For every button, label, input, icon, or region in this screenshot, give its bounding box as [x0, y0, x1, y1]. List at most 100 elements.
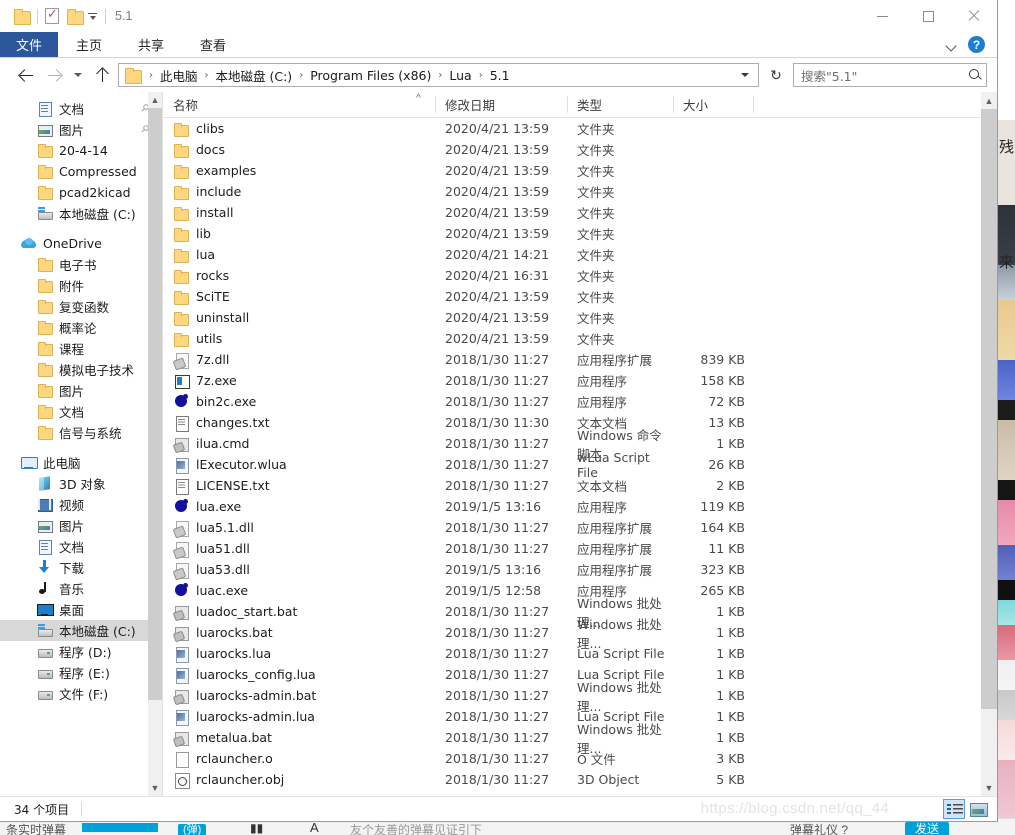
navigation-scrollbar-thumb-ext[interactable] [148, 160, 162, 700]
scroll-up-icon[interactable]: ▲ [148, 92, 162, 108]
table-row[interactable]: metalua.bat 2018/1/30 11:27 Windows 批处理...… [163, 722, 997, 756]
scroll-down-icon[interactable]: ▼ [981, 779, 997, 796]
table-row[interactable]: luarocks.bat 2018/1/30 11:27 Windows 批处理..… [163, 617, 997, 651]
chevron-down-icon[interactable] [945, 38, 958, 51]
sidebar-item-9[interactable]: 复变函数 [0, 296, 162, 317]
table-row[interactable]: lua51.dll 2018/1/30 11:27 应用程序扩展 11 KB [163, 538, 997, 559]
refresh-button[interactable]: ↻ [763, 63, 789, 87]
sidebar-item-12[interactable]: 模拟电子技术 [0, 359, 162, 380]
sidebar-item-3[interactable]: Compressed [0, 161, 162, 182]
table-row[interactable]: rclauncher.obj 2018/1/30 11:27 3D Object 5 … [163, 769, 997, 790]
breadcrumb-separator[interactable]: › [295, 70, 307, 81]
sidebar-item-8[interactable]: 附件 [0, 275, 162, 296]
sidebar-item-6[interactable]: OneDrive [0, 233, 162, 254]
breadcrumb-item-local-disk-c[interactable]: 本地磁盘 (C:) [213, 66, 296, 85]
table-row[interactable]: clibs 2020/4/21 13:59 文件夹 [163, 118, 997, 139]
breadcrumb-separator[interactable]: › [201, 70, 213, 81]
player-danmaku-input[interactable]: 友个友善的弹幕见证引下 [350, 821, 482, 835]
table-row[interactable]: examples 2020/4/21 13:59 文件夹 [163, 160, 997, 181]
folder-icon[interactable] [14, 9, 31, 25]
column-header-type[interactable]: 类型 [567, 92, 673, 117]
table-row[interactable]: LICENSE.txt 2018/1/30 11:27 文本文档 2 KB [163, 475, 997, 496]
sidebar-item-22[interactable]: 音乐 [0, 578, 162, 599]
breadcrumb-item-51[interactable]: 5.1 [487, 68, 513, 83]
sidebar-item-4[interactable]: pcad2kicad [0, 182, 162, 203]
minimize-button[interactable] [859, 0, 905, 32]
tab-home[interactable]: 主页 [58, 32, 120, 57]
sidebar-item-14[interactable]: 文档 [0, 401, 162, 422]
table-row[interactable]: docs 2020/4/21 13:59 文件夹 [163, 139, 997, 160]
customize-quick-access-caret-icon[interactable] [87, 11, 98, 22]
table-row[interactable]: install 2020/4/21 13:59 文件夹 [163, 202, 997, 223]
player-danmaku-badge[interactable]: (弹) [178, 824, 207, 835]
table-row[interactable]: rocks 2020/4/21 16:31 文件夹 [163, 265, 997, 286]
search-box[interactable]: 搜索"5.1" [793, 63, 987, 87]
column-header-size[interactable]: 大小 [673, 92, 753, 117]
player-send-button[interactable]: 发送 [905, 822, 950, 835]
table-row[interactable]: lua.exe 2019/1/5 13:16 应用程序 119 KB [163, 496, 997, 517]
player-etiquette-link[interactable]: 弹幕礼仪 ? [790, 821, 848, 835]
table-row[interactable]: lExecutor.wlua 2018/1/30 11:27 wLua Script… [163, 450, 997, 480]
table-row[interactable]: rclauncher.o 2018/1/30 11:27 O 文件 3 KB [163, 748, 997, 769]
sidebar-item-7[interactable]: 电子书 [0, 254, 162, 275]
tab-file[interactable]: 文件 [0, 32, 59, 57]
large-icons-view-icon[interactable] [967, 799, 989, 819]
sidebar-item-16[interactable]: 此电脑 [0, 452, 162, 473]
sidebar-item-19[interactable]: 图片 [0, 515, 162, 536]
player-screenshot-icon[interactable]: ▮▮ [250, 821, 263, 835]
table-row[interactable]: lua5.1.dll 2018/1/30 11:27 应用程序扩展 164 KB [163, 517, 997, 538]
table-row[interactable]: lua 2020/4/21 14:21 文件夹 [163, 244, 997, 265]
player-font-icon[interactable]: A [310, 820, 319, 835]
sidebar-item-17[interactable]: 3D 对象 [0, 473, 162, 494]
table-row[interactable]: luarocks-admin.bat 2018/1/30 11:27 Windows… [163, 680, 997, 714]
breadcrumb-item-lua[interactable]: Lua [446, 68, 474, 83]
details-view-icon[interactable] [943, 799, 965, 819]
sidebar-item-2[interactable]: 20-4-14 [0, 140, 162, 161]
sidebar-item-20[interactable]: 文档 [0, 536, 162, 557]
table-row[interactable]: uninstall 2020/4/21 13:59 文件夹 [163, 307, 997, 328]
sidebar-item-25[interactable]: 程序 (D:) [0, 641, 162, 662]
table-row[interactable]: lib 2020/4/21 13:59 文件夹 [163, 223, 997, 244]
column-header-date[interactable]: 修改日期 [435, 92, 567, 117]
table-row[interactable]: 7z.exe 2018/1/30 11:27 应用程序 158 KB [163, 370, 997, 391]
table-row[interactable]: include 2020/4/21 13:59 文件夹 [163, 181, 997, 202]
sidebar-item-10[interactable]: 概率论 [0, 317, 162, 338]
table-row[interactable]: 7z.dll 2018/1/30 11:27 应用程序扩展 839 KB [163, 349, 997, 370]
table-row[interactable]: SciTE 2020/4/21 13:59 文件夹 [163, 286, 997, 307]
tab-view[interactable]: 查看 [182, 32, 244, 57]
scroll-up-icon[interactable]: ▲ [981, 92, 997, 109]
file-list-scrollbar[interactable]: ▲ ▼ [981, 92, 997, 796]
navigation-scrollbar-thumb[interactable] [148, 108, 162, 160]
table-row[interactable]: lua53.dll 2019/1/5 13:16 应用程序扩展 323 KB [163, 559, 997, 580]
table-row[interactable]: utils 2020/4/21 13:59 文件夹 [163, 328, 997, 349]
breadcrumb-separator[interactable]: › [145, 70, 157, 81]
back-button[interactable] [14, 63, 38, 87]
sidebar-item-1[interactable]: 图片 ⚲ [0, 119, 162, 140]
breadcrumb-item-this-pc[interactable]: 此电脑 [157, 66, 201, 85]
up-button[interactable] [90, 63, 114, 87]
close-button[interactable] [951, 0, 997, 32]
tab-share[interactable]: 共享 [120, 32, 182, 57]
new-folder-icon[interactable] [67, 9, 84, 25]
help-icon[interactable]: ? [968, 36, 985, 53]
sidebar-item-5[interactable]: 本地磁盘 (C:) [0, 203, 162, 224]
sidebar-item-0[interactable]: 文档 ⚲ [0, 98, 162, 119]
maximize-button[interactable] [905, 0, 951, 32]
table-row[interactable]: bin2c.exe 2018/1/30 11:27 应用程序 72 KB [163, 391, 997, 412]
sidebar-item-24[interactable]: 本地磁盘 (C:) [0, 620, 162, 641]
sidebar-item-18[interactable]: 视频 [0, 494, 162, 515]
properties-checkmark-icon[interactable] [45, 6, 59, 24]
sidebar-item-11[interactable]: 课程 [0, 338, 162, 359]
table-row[interactable]: luarocks.lua 2018/1/30 11:27 Lua Script Fi… [163, 643, 997, 664]
column-header-name[interactable]: 名称 [163, 92, 435, 117]
breadcrumb-separator[interactable]: › [475, 70, 487, 81]
sidebar-item-15[interactable]: 信号与系统 [0, 422, 162, 443]
file-list-scrollbar-thumb[interactable] [981, 109, 997, 709]
sidebar-item-21[interactable]: 下载 [0, 557, 162, 578]
scroll-down-icon[interactable]: ▼ [148, 780, 162, 796]
navigation-scrollbar[interactable]: ▲ ▼ [148, 92, 162, 796]
sidebar-item-23[interactable]: 桌面 [0, 599, 162, 620]
sidebar-item-27[interactable]: 文件 (F:) [0, 683, 162, 704]
breadcrumb-item-program-files-x86[interactable]: Program Files (x86) [307, 68, 434, 83]
breadcrumb-separator[interactable]: › [434, 70, 446, 81]
